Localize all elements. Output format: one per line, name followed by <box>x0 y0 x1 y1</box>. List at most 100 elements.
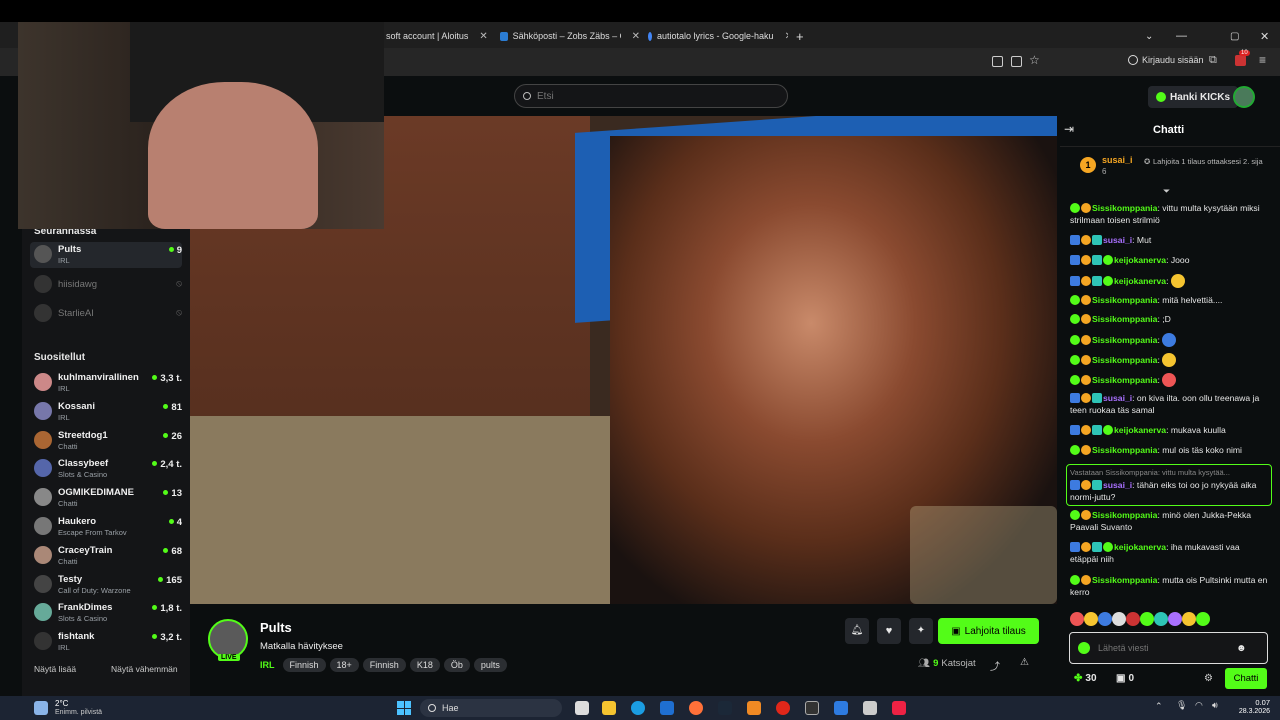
edge-icon[interactable] <box>631 701 645 715</box>
tag[interactable]: K18 <box>409 658 440 672</box>
sidebar-channel-starlieai[interactable]: StarlieAI ⦸ <box>30 301 182 327</box>
app-icon[interactable] <box>863 701 877 715</box>
windows-start-icon[interactable] <box>397 701 411 715</box>
file-explorer-icon[interactable] <box>602 701 616 715</box>
tab-outlook[interactable]: Sähköposti – Zobs Zäbs – Outlo ✕ <box>500 25 640 47</box>
tag[interactable]: Öb <box>443 658 470 672</box>
leaderboard-user[interactable]: susai_i <box>1102 155 1133 165</box>
emoji-icon[interactable]: ☻ <box>1236 643 1247 654</box>
screenshot-icon[interactable] <box>992 56 1003 67</box>
tray-chevron-icon[interactable]: ⌃ <box>1155 701 1163 712</box>
clock-time[interactable]: 0.07 <box>1250 698 1270 707</box>
sidebar-channel-ogmikedimane[interactable]: OGMIKEDIMANE Chatti 13 <box>30 485 182 511</box>
emote-icon[interactable] <box>1126 612 1140 626</box>
chat-username[interactable]: keijokanerva <box>1114 276 1166 286</box>
emote-icon[interactable] <box>1098 612 1112 626</box>
emote-icon[interactable] <box>1140 612 1154 626</box>
sidebar-channel-kuhlmanvirallinen[interactable]: kuhlmanvirallinen IRL 3,3 t. <box>30 370 182 396</box>
app-icon[interactable] <box>892 701 906 715</box>
chat-username[interactable]: susai_i <box>1103 235 1132 245</box>
chat-username[interactable]: keijokanerva <box>1114 542 1166 552</box>
wifi-icon[interactable]: ◠ <box>1195 700 1203 711</box>
notification-bell-button[interactable]: 🔔︎ <box>845 618 869 644</box>
firefox-icon[interactable] <box>689 701 703 715</box>
reply-reference[interactable]: Vastataan Sissikomppania: vittu multa ky… <box>1070 467 1268 479</box>
chat-username[interactable]: Sissikomppania <box>1092 203 1157 213</box>
sidebar-channel-haukero[interactable]: Haukero Escape From Tarkov 4 <box>30 514 182 540</box>
show-less-link[interactable]: Näytä vähemmän <box>111 664 178 674</box>
sidebar-channel-hiisidawg[interactable]: hiisidawg ⦸ <box>30 272 182 298</box>
app-icon[interactable] <box>834 701 848 715</box>
chat-username[interactable]: Sissikomppania <box>1092 375 1157 385</box>
store-icon[interactable] <box>660 701 674 715</box>
weather-icon[interactable] <box>34 701 48 715</box>
gift-sub-button[interactable]: ▣ Lahjoita tilaus <box>938 618 1039 644</box>
tag[interactable]: Finnish <box>282 658 326 672</box>
tag[interactable]: pults <box>473 658 507 672</box>
chat-username[interactable]: Sissikomppania <box>1092 510 1157 520</box>
kick-emote-icon[interactable] <box>1078 642 1090 654</box>
microphone-icon[interactable]: 🎙︎ <box>1176 700 1187 711</box>
volume-icon[interactable]: 🔊︎ <box>1212 700 1218 711</box>
get-kicks-button[interactable]: Hanki KICKs <box>1148 86 1239 108</box>
user-avatar[interactable] <box>1233 86 1255 108</box>
minimize-button[interactable]: — <box>1176 25 1187 47</box>
maximize-button[interactable]: ▢ <box>1230 25 1239 47</box>
chat-input-box[interactable]: ☻ <box>1069 632 1268 664</box>
show-more-link[interactable]: Näytä lisää <box>34 664 76 674</box>
search-input[interactable] <box>537 90 767 102</box>
steam-icon[interactable] <box>718 701 732 715</box>
bookmark-star-icon[interactable]: ☆ <box>1029 53 1040 67</box>
sidebar-channel-fishtank[interactable]: fishtank IRL 3,2 t. <box>30 629 182 655</box>
tag[interactable]: 18+ <box>329 658 359 672</box>
close-icon[interactable]: ✕ <box>632 31 640 42</box>
follow-heart-button[interactable]: ♥ <box>877 618 901 644</box>
chat-username[interactable]: keijokanerva <box>1114 255 1166 265</box>
expand-leaderboard-icon[interactable]: ⏷ <box>1163 186 1170 197</box>
gift-balance[interactable]: ▣ 0 <box>1116 673 1134 684</box>
menu-icon[interactable]: ≡ <box>1259 53 1266 67</box>
chat-username[interactable]: susai_i <box>1103 393 1132 403</box>
chat-username[interactable]: Sissikomppania <box>1092 335 1157 345</box>
channel-name[interactable]: Pults <box>260 620 292 635</box>
emote-bar[interactable] <box>1070 612 1210 626</box>
sidebar-channel-craceytrain[interactable]: CraceyTrain Chatti 68 <box>30 543 182 569</box>
terminal-icon[interactable] <box>805 701 819 715</box>
emote-icon[interactable] <box>1168 612 1182 626</box>
emote-icon[interactable] <box>1154 612 1168 626</box>
sidebar-channel-pults[interactable]: Pults IRL 9 <box>30 242 182 268</box>
stream-category[interactable]: IRL <box>260 660 275 670</box>
tab-microsoft-account[interactable]: soft account | Aloitus ✕ <box>386 25 496 47</box>
clock-date[interactable]: 28.3.2026 <box>1230 708 1270 715</box>
share-icon[interactable]: ⤴ <box>990 658 1000 673</box>
taskbar-search[interactable]: Hae <box>420 699 562 717</box>
emote-icon[interactable] <box>1196 612 1210 626</box>
sidebar-channel-frankdimes[interactable]: FrankDimes Slots & Casino 1,8 t. <box>30 600 182 626</box>
chat-username[interactable]: keijokanerva <box>1114 425 1166 435</box>
tag[interactable]: Finnish <box>362 658 406 672</box>
tab-list-chevron-icon[interactable]: ⌄ <box>1145 25 1153 47</box>
sparkle-button[interactable]: ✦ <box>909 618 933 644</box>
kicks-balance[interactable]: ✤ 30 <box>1074 673 1097 684</box>
chat-send-button[interactable]: Chatti <box>1225 668 1267 689</box>
chat-input[interactable] <box>1098 643 1228 653</box>
addon-icon[interactable]: 10 <box>1235 50 1250 66</box>
sidebar-channel-streetdog1[interactable]: Streetdog1 Chatti 26 <box>30 428 182 454</box>
sidebar-channel-kossani[interactable]: Kossani IRL 81 <box>30 399 182 425</box>
channel-avatar[interactable] <box>208 619 248 659</box>
vlc-icon[interactable] <box>747 701 761 715</box>
close-icon[interactable]: ✕ <box>479 31 487 42</box>
sidebar-channel-testy[interactable]: Testy Call of Duty: Warzone 165 <box>30 572 182 598</box>
chat-username[interactable]: Sissikomppania <box>1092 295 1157 305</box>
chat-username[interactable]: Sissikomppania <box>1092 445 1157 455</box>
chat-username[interactable]: Sissikomppania <box>1092 314 1157 324</box>
close-icon[interactable]: ✕ <box>785 31 788 42</box>
task-view-icon[interactable] <box>575 701 589 715</box>
save-page-icon[interactable] <box>1011 56 1022 67</box>
emote-icon[interactable] <box>1084 612 1098 626</box>
emote-icon[interactable] <box>1182 612 1196 626</box>
emote-icon[interactable] <box>1112 612 1126 626</box>
opera-icon[interactable] <box>776 701 790 715</box>
tab-google[interactable]: autiotalo lyrics - Google-haku ✕ <box>648 25 788 47</box>
window-close-button[interactable]: ✕ <box>1260 25 1269 47</box>
